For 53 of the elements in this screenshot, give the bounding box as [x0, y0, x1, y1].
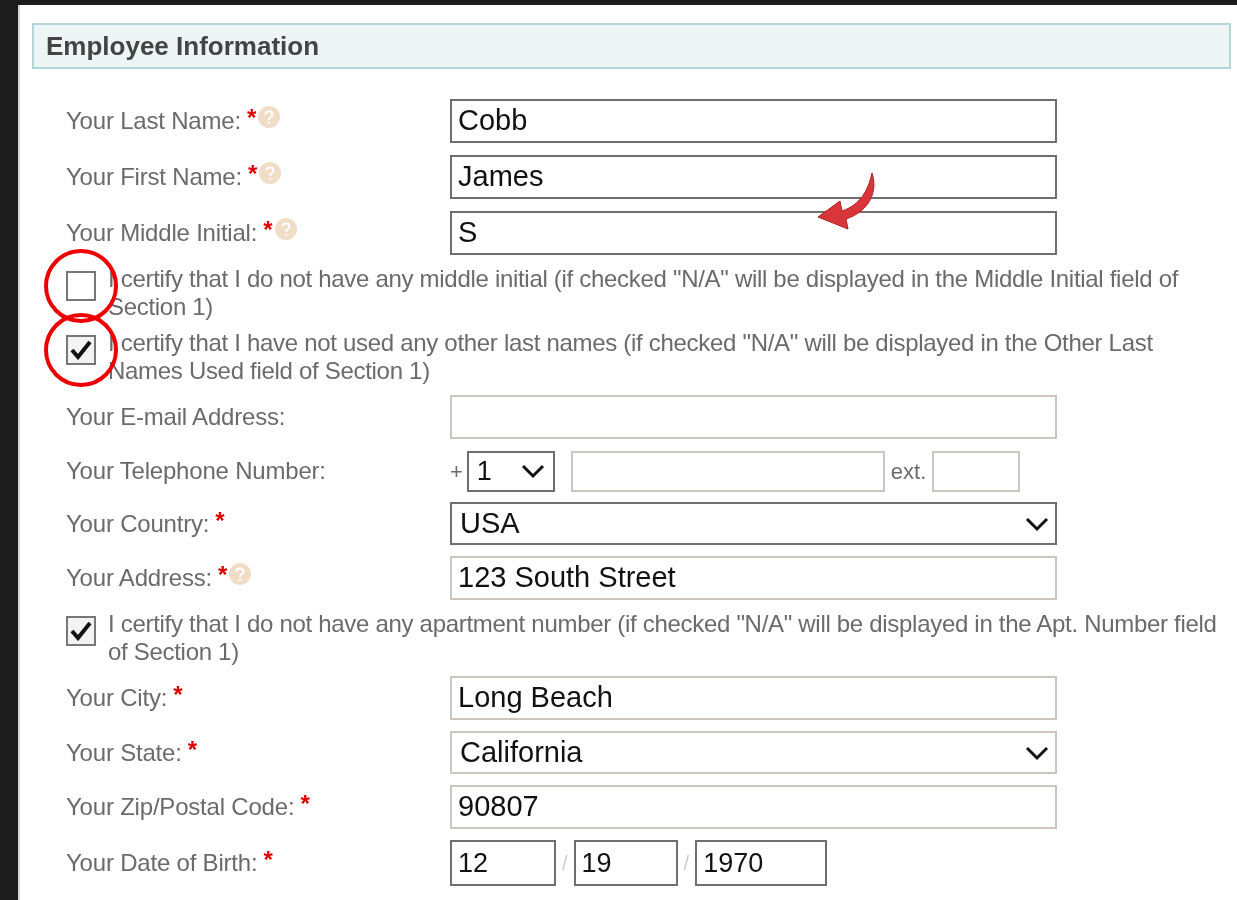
text-field[interactable]: S	[450, 211, 1057, 255]
checkmark-icon	[70, 340, 92, 360]
year-field[interactable]: 1970	[695, 840, 828, 886]
required-mark: *	[187, 737, 197, 762]
required-mark: *	[217, 563, 228, 587]
required-mark: *	[263, 218, 273, 242]
required-mark: *	[246, 106, 257, 130]
required-mark: *	[263, 848, 273, 872]
text-field[interactable]: 90807	[450, 785, 1057, 829]
required-mark: *	[247, 162, 258, 186]
date-separator: /	[683, 851, 690, 876]
field-label: Your First Name:	[66, 162, 242, 192]
required-mark: *	[300, 792, 310, 816]
text-field[interactable]: 123 South Street	[450, 556, 1057, 600]
help-icon[interactable]	[228, 562, 253, 586]
country-code-dropdown[interactable]: 1	[466, 450, 555, 492]
ext-label: ext.	[890, 457, 927, 486]
month-field[interactable]: 12	[450, 840, 556, 886]
field-label: Your E-mail Address:	[66, 402, 286, 432]
field-label: Your City:	[66, 683, 168, 713]
checkbox[interactable]	[66, 271, 96, 301]
checkbox[interactable]	[66, 616, 96, 646]
date-separator: /	[562, 851, 568, 876]
text-field[interactable]: Cobb	[450, 99, 1057, 143]
field-label: Your State:	[66, 737, 182, 768]
required-mark: *	[173, 683, 183, 707]
text-field[interactable]	[450, 395, 1057, 439]
chevron-down-icon	[1025, 744, 1049, 761]
field-label: Your Address:	[66, 563, 212, 593]
section-title: Employee Information	[46, 29, 320, 63]
plus-sign: +	[450, 457, 463, 486]
phone-number-field[interactable]	[570, 450, 885, 492]
certify-statement: I certify that I do not have any apartment number (if checked "N/A" will be displayed in the Apt. Number field of Section 1)	[108, 610, 1218, 666]
field-label: Your Last Name:	[66, 106, 241, 136]
day-field[interactable]: 19	[573, 840, 678, 886]
text-field[interactable]: Long Beach	[450, 676, 1057, 720]
chevron-down-icon	[1025, 515, 1049, 532]
extension-field[interactable]	[932, 450, 1021, 492]
help-icon[interactable]	[273, 217, 298, 241]
field-label: Your Country:	[66, 508, 210, 539]
checkbox[interactable]	[66, 335, 96, 365]
checkmark-icon	[70, 621, 92, 641]
field-label: Your Middle Initial:	[66, 218, 258, 248]
dropdown[interactable]: USA	[450, 502, 1057, 545]
required-mark: *	[215, 508, 225, 533]
field-label: Your Telephone Number:	[66, 456, 326, 486]
chevron-down-icon	[520, 463, 545, 479]
field-label: Your Zip/Postal Code:	[66, 792, 295, 822]
help-icon[interactable]	[258, 161, 283, 185]
text-field[interactable]: James	[450, 155, 1057, 199]
field-label: Your Date of Birth:	[66, 848, 258, 878]
help-icon[interactable]	[257, 105, 282, 129]
dropdown[interactable]: California	[450, 731, 1057, 774]
